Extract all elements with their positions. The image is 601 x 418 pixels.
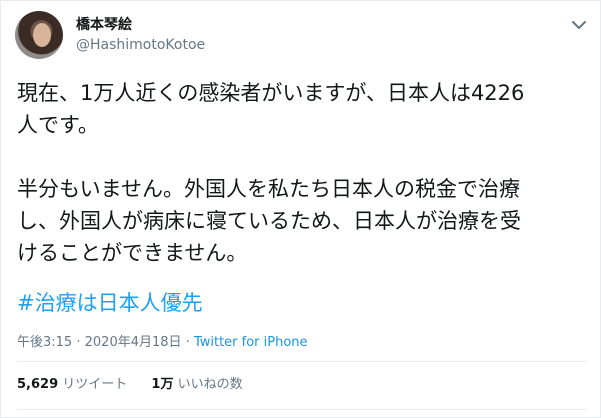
hashtag-link[interactable]: #治療は日本人優先 (17, 287, 203, 319)
likes-stat[interactable]: 1万 いいねの数 (151, 377, 242, 392)
tweet-meta: 午後3:15 · 2020年4月18日 · Twitter for iPhone (17, 335, 308, 351)
avatar-face (33, 23, 51, 47)
user-handle[interactable]: @HashimotoKotoe (76, 37, 205, 54)
chevron-down-icon (572, 20, 586, 29)
tweet-date[interactable]: 2020年4月18日 (85, 335, 182, 350)
tweet-menu-button[interactable] (569, 15, 589, 35)
tweet-line: し、外国人が病床に寝ているため、日本人が治療を受 (17, 209, 521, 233)
retweets-label: リツイート (62, 377, 128, 392)
tweet-source-link[interactable]: Twitter for iPhone (194, 335, 308, 350)
likes-label: いいねの数 (177, 377, 243, 392)
tweet-text: 現在、1万人近くの感染者がいますが、日本人は4226 人です。 半分もいません。… (17, 77, 587, 269)
tweet-stats: 5,629 リツイート 1万 いいねの数 (17, 377, 243, 393)
retweets-count: 5,629 (17, 377, 59, 392)
likes-count: 1万 (151, 377, 174, 392)
divider (17, 409, 587, 410)
tweet-line: けることができません。 (17, 241, 248, 265)
display-name[interactable]: 橋本琴絵 (76, 17, 132, 34)
tweet-line: 半分もいません。外国人を私たち日本人の税金で治療 (17, 177, 520, 201)
retweets-stat[interactable]: 5,629 リツイート (17, 377, 131, 392)
tweet-card: 橋本琴絵 @HashimotoKotoe 現在、1万人近くの感染者がいますが、日… (0, 0, 601, 418)
tweet-line: 人です。 (17, 113, 99, 137)
tweet-line: 現在、1万人近くの感染者がいますが、日本人は4226 (17, 81, 525, 105)
divider (17, 361, 587, 362)
tweet-time[interactable]: 午後3:15 (17, 335, 72, 350)
meta-separator: · (185, 335, 190, 350)
avatar[interactable] (15, 11, 63, 59)
meta-separator: · (76, 335, 81, 350)
